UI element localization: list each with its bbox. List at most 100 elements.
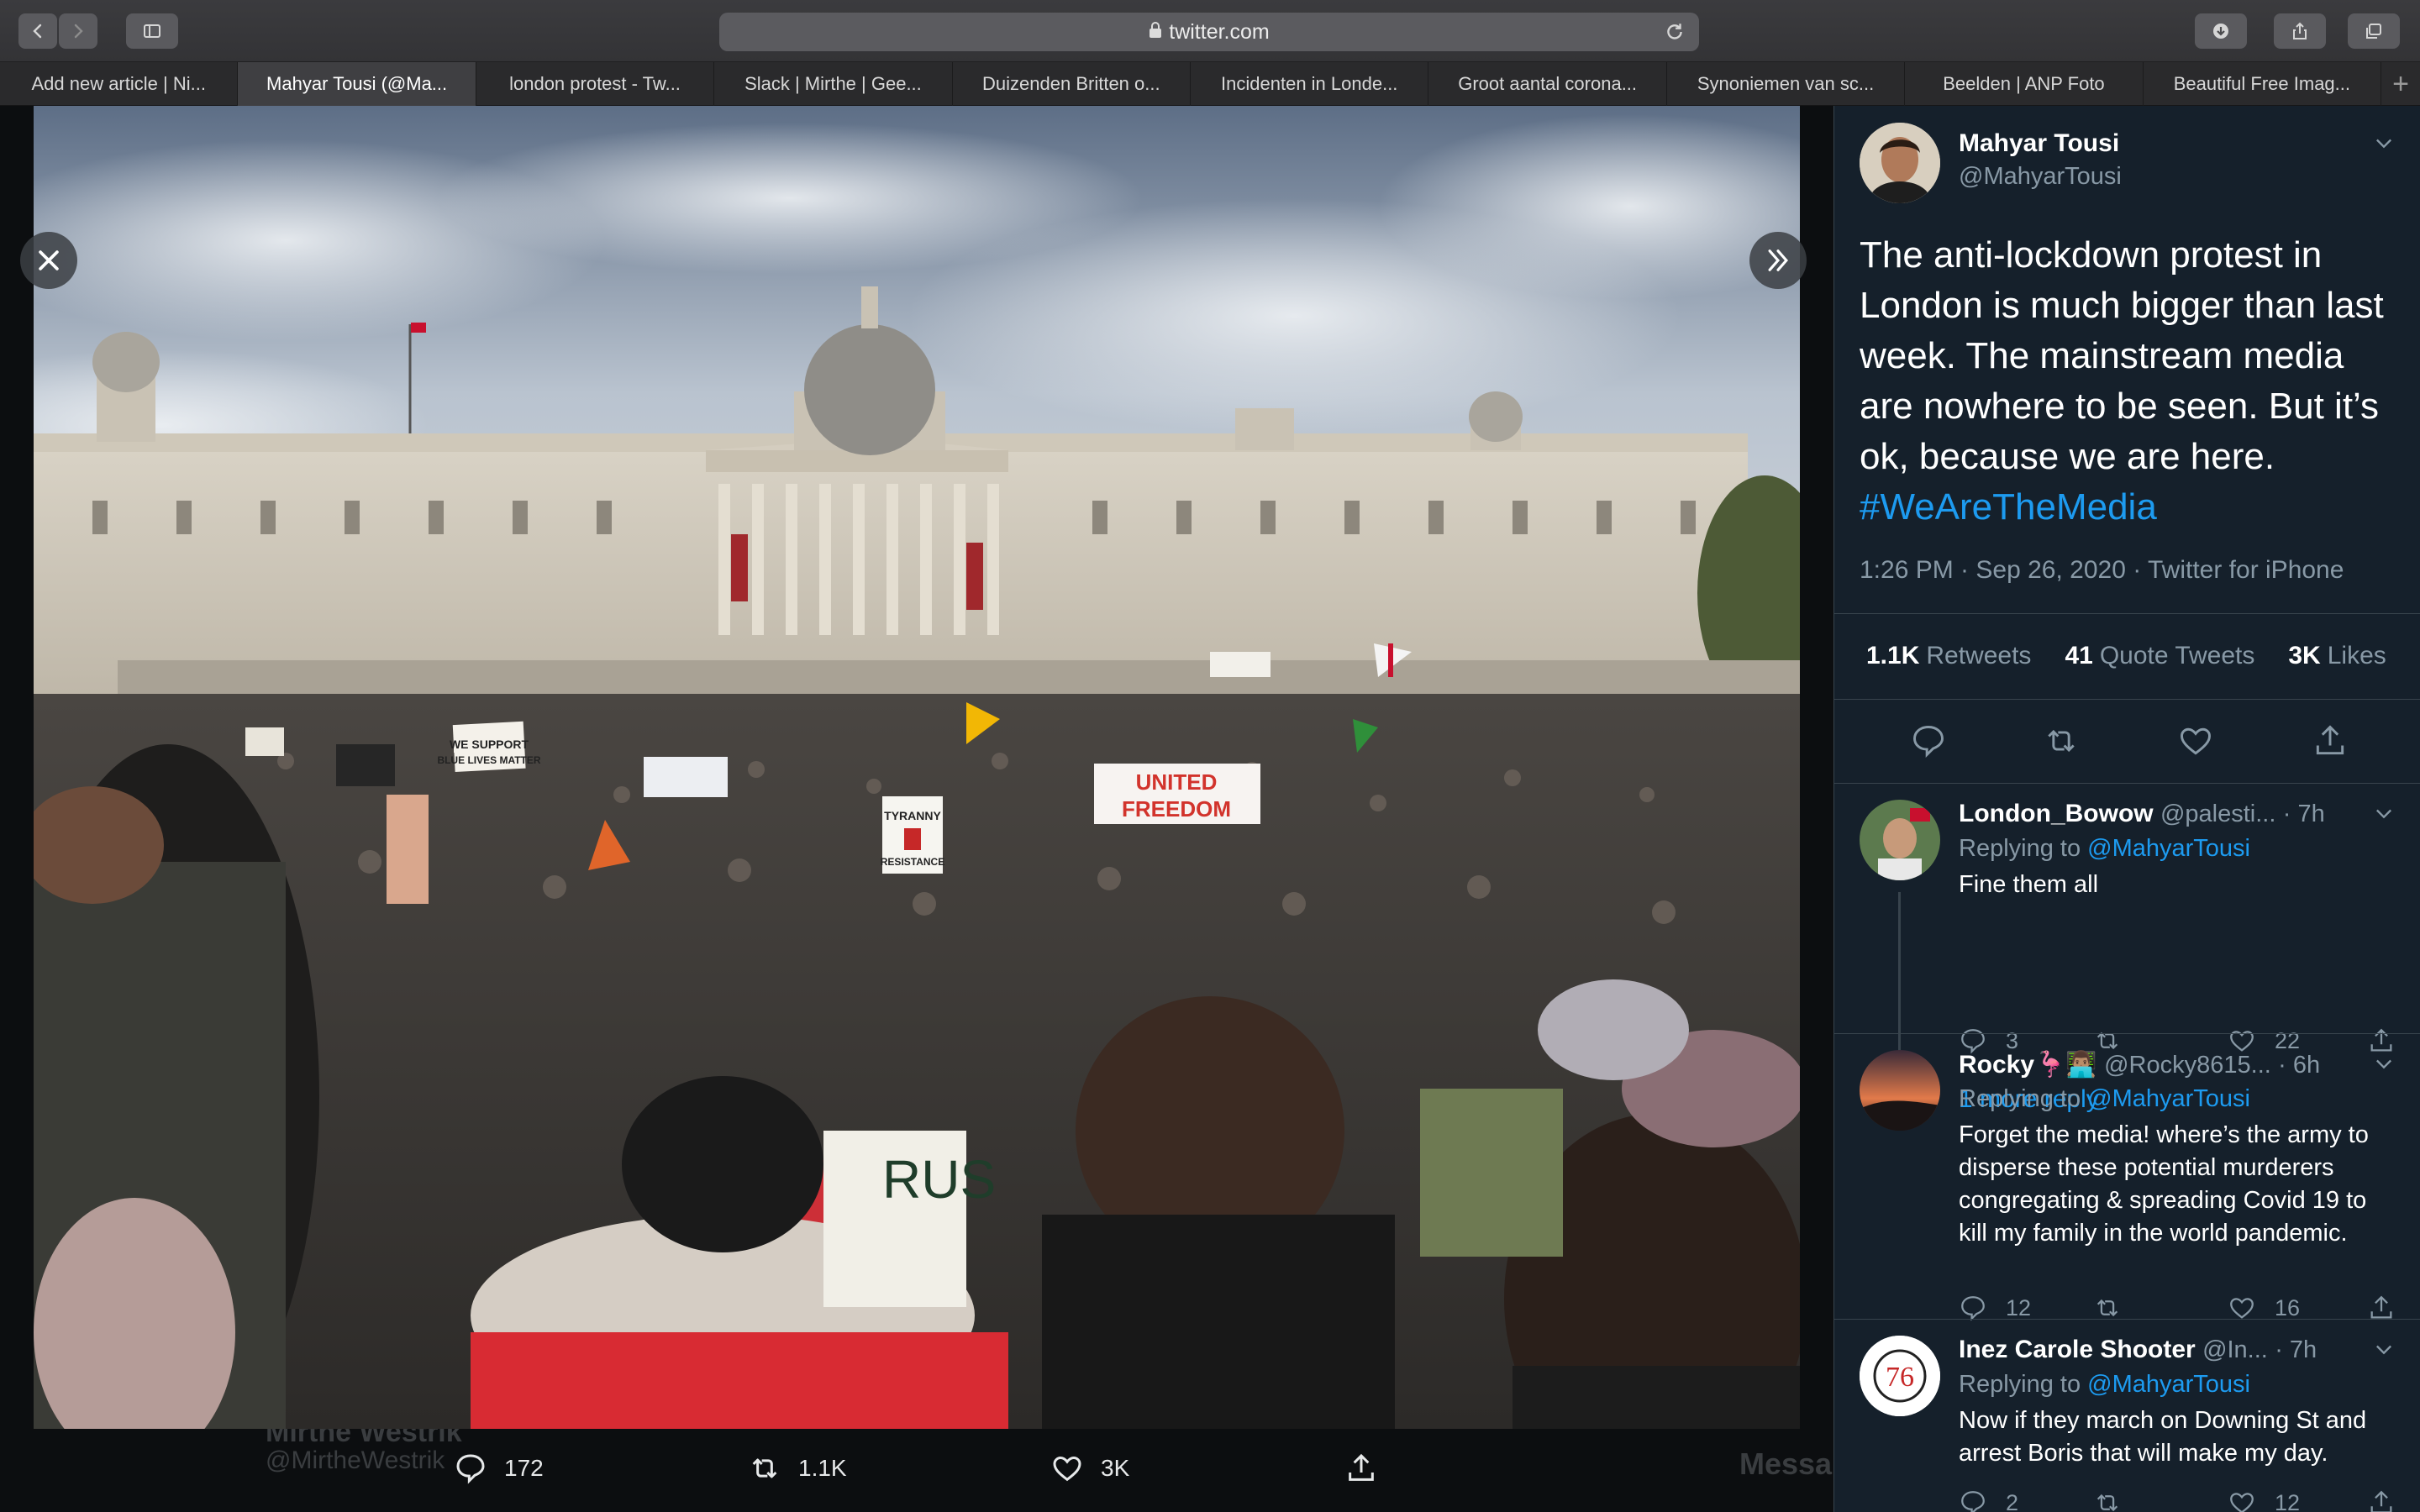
divider xyxy=(1834,783,2420,784)
quote-tweets-stat[interactable]: 41 Quote Tweets xyxy=(2065,642,2254,670)
replying-to: Replying to @MahyarTousi xyxy=(1959,1371,2250,1399)
svg-text:BLUE LIVES MATTER: BLUE LIVES MATTER xyxy=(437,754,540,766)
svg-text:WE SUPPORT: WE SUPPORT xyxy=(450,738,529,751)
back-button[interactable] xyxy=(18,13,57,49)
browser-tab[interactable]: Duizenden Britten o... xyxy=(953,62,1192,106)
photo-retweet-action[interactable]: 1.1K xyxy=(748,1452,847,1485)
tweet-hashtag[interactable]: #WeAreTheMedia xyxy=(1860,486,2157,528)
divider xyxy=(1834,699,2420,700)
reply-time[interactable]: · 6h xyxy=(2278,1052,2320,1079)
svg-text:FREEDOM: FREEDOM xyxy=(1122,796,1231,822)
reply-author-handle[interactable]: @Rocky8615... xyxy=(2104,1052,2271,1079)
reply-time[interactable]: · 7h xyxy=(2275,1336,2317,1363)
tweet-photo[interactable]: UNITED FREEDOM TYRANNY RESISTANCE WE SUP… xyxy=(34,106,1800,1429)
reload-icon[interactable] xyxy=(1664,21,1686,43)
replying-to-handle[interactable]: @MahyarTousi xyxy=(2087,1371,2250,1398)
author-handle[interactable]: @MahyarTousi xyxy=(1959,163,2122,191)
avatar-image: 76 xyxy=(1860,1336,1940,1416)
retweet-icon xyxy=(2096,1494,2118,1512)
forward-button[interactable] xyxy=(59,13,97,49)
svg-text:RESISTANCE: RESISTANCE xyxy=(881,856,944,868)
close-icon xyxy=(39,250,59,270)
photo-share-action[interactable] xyxy=(1344,1452,1395,1485)
chevron-left-icon xyxy=(33,24,42,39)
browser-tab[interactable]: Incidenten in Londe... xyxy=(1191,62,1429,106)
browser-tab[interactable]: Add new article | Ni... xyxy=(0,62,239,106)
collapse-panel-button[interactable] xyxy=(1749,232,1807,289)
reply-like-action[interactable]: 12 xyxy=(2228,1488,2300,1512)
share-button[interactable] xyxy=(2274,13,2326,49)
chevron-down-icon[interactable] xyxy=(2372,1337,2396,1361)
replying-to-handle[interactable]: @MahyarTousi xyxy=(2087,1085,2250,1112)
lock-icon xyxy=(1149,20,1162,45)
reply-time[interactable]: · 7h xyxy=(2283,801,2325,827)
likes-count: 3K xyxy=(2288,642,2321,669)
retweets-stat[interactable]: 1.1K Retweets xyxy=(1866,642,2031,670)
author-avatar[interactable] xyxy=(1860,123,1940,203)
reply-avatar[interactable] xyxy=(1860,1050,1940,1131)
svg-text:RUS: RUS xyxy=(882,1149,996,1210)
reply-author-name[interactable]: Rocky🦩👨🏽‍💻 xyxy=(1959,1051,2097,1079)
browser-tab[interactable]: london protest - Tw... xyxy=(476,62,715,106)
divider xyxy=(1834,1319,2420,1320)
quote-tweets-count: 41 xyxy=(2065,642,2093,669)
replying-prefix: Replying to xyxy=(1959,835,2081,862)
sidebar-toggle-button[interactable] xyxy=(126,13,178,49)
tweet-text: The anti-lockdown protest in London is m… xyxy=(1860,234,2384,477)
new-tab-icon[interactable]: + xyxy=(2381,62,2420,106)
reply-avatar[interactable] xyxy=(1860,800,1940,880)
reply-avatar[interactable]: 76 xyxy=(1860,1336,1940,1416)
photo-like-action[interactable]: 3K xyxy=(1050,1452,1129,1485)
reply-author-name[interactable]: Inez Carole Shooter xyxy=(1959,1336,2196,1363)
replying-to-handle[interactable]: @MahyarTousi xyxy=(2087,835,2250,862)
photo-reply-action[interactable]: 172 xyxy=(454,1452,544,1485)
browser-tab[interactable]: Beautiful Free Imag... xyxy=(2144,62,2382,106)
divider xyxy=(1834,1033,2420,1034)
heart-icon xyxy=(1053,1456,1081,1482)
reply-actions: 2 12 xyxy=(1959,1488,2412,1512)
reply-retweet-action[interactable] xyxy=(2093,1294,2140,1322)
reply-author-name[interactable]: London_Bowow xyxy=(1959,800,2154,827)
heart-icon xyxy=(2230,1493,2254,1512)
browser-tab[interactable]: Slack | Mirthe | Gee... xyxy=(714,62,953,106)
chevron-down-icon[interactable] xyxy=(2372,131,2396,155)
address-bar[interactable]: twitter.com xyxy=(719,13,1699,51)
tabs-overview-button[interactable] xyxy=(2348,13,2400,49)
photo-actions-bar: 172 1.1K 3K xyxy=(34,1443,1800,1500)
reply-reply-action[interactable]: 2 xyxy=(1959,1488,2018,1512)
retweet-icon[interactable] xyxy=(2043,722,2080,759)
protest-photo-image: UNITED FREEDOM TYRANNY RESISTANCE WE SUP… xyxy=(34,106,1800,1429)
reply-reply-action[interactable]: 12 xyxy=(1959,1294,2031,1322)
tweet-timestamp[interactable]: 1:26 PM · Sep 26, 2020 · Twitter for iPh… xyxy=(1860,556,2344,585)
reply-tweet[interactable]: 76 Inez Carole Shooter @In... · 7h Reply… xyxy=(1834,1336,2420,1512)
reply-icon[interactable] xyxy=(1910,722,1947,759)
like-count: 12 xyxy=(2275,1489,2301,1512)
url-text: twitter.com xyxy=(1169,19,1270,44)
heart-icon[interactable] xyxy=(2177,722,2214,759)
reply-actions: 12 16 xyxy=(1959,1294,2412,1327)
browser-tab[interactable]: Beelden | ANP Foto xyxy=(1905,62,2144,106)
share-icon xyxy=(1349,1453,1374,1481)
reply-author-handle[interactable]: @palesti... xyxy=(2160,801,2275,827)
close-photo-button[interactable] xyxy=(20,232,77,289)
chevron-down-icon[interactable] xyxy=(2372,801,2396,825)
reply-author-handle[interactable]: @In... xyxy=(2202,1336,2268,1363)
likes-stat[interactable]: 3K Likes xyxy=(2288,642,2386,670)
reply-share-action[interactable] xyxy=(2367,1488,2414,1512)
tab-bar: Add new article | Ni... Mahyar Tousi (@Ma… xyxy=(0,62,2420,106)
retweets-count: 1.1K xyxy=(1866,642,1920,669)
author-name[interactable]: Mahyar Tousi xyxy=(1959,129,2119,158)
browser-tab[interactable]: Groot aantal corona... xyxy=(1428,62,1667,106)
reply-like-action[interactable]: 16 xyxy=(2228,1294,2300,1322)
svg-text:UNITED: UNITED xyxy=(1136,769,1218,795)
share-icon[interactable] xyxy=(2312,722,2349,759)
retweets-label: Retweets xyxy=(1926,642,2032,669)
reply-retweet-action[interactable] xyxy=(2093,1488,2140,1512)
quote-tweets-label: Quote Tweets xyxy=(2099,642,2255,669)
downloads-button[interactable] xyxy=(2195,13,2247,49)
share-icon xyxy=(2370,1295,2392,1319)
reply-share-action[interactable] xyxy=(2367,1294,2414,1322)
chevron-down-icon[interactable] xyxy=(2372,1052,2396,1075)
browser-tab[interactable]: Mahyar Tousi (@Ma... xyxy=(238,62,476,106)
browser-tab[interactable]: Synoniemen van sc... xyxy=(1667,62,1906,106)
